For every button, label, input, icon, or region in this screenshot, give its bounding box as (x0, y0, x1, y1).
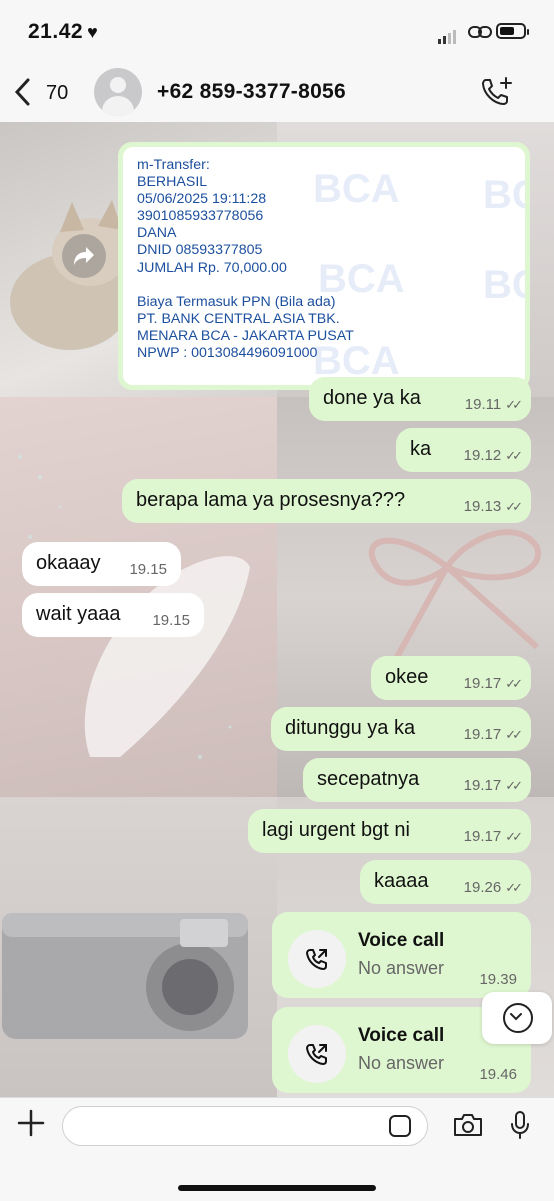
receipt-image[interactable]: BCA BCA BCA BCA BCA m-Transfer: BERHASIL… (123, 147, 525, 385)
microphone-icon (511, 1111, 529, 1139)
message-text: lagi urgent bgt ni (262, 819, 410, 841)
attach-button[interactable] (16, 1108, 46, 1144)
double-check-icon: ✓✓ (505, 499, 523, 514)
time-text: 19.26 (463, 879, 502, 896)
message-time: 19.46 (479, 1066, 517, 1083)
call-status: No answer (358, 958, 445, 978)
chat-header: 70 +62 859-3377-8056 (0, 64, 554, 123)
double-check-icon: ✓✓ (505, 397, 523, 412)
receipt-text: m-Transfer: BERHASIL 05/06/2025 19:11:28… (137, 157, 354, 362)
message-bubble-outgoing[interactable]: lagi urgent bgt ni 19.17 ✓✓ (248, 809, 531, 853)
message-time: 19.17 ✓✓ (463, 726, 523, 743)
phone-icon (288, 1025, 346, 1083)
message-time: 19.17 ✓✓ (463, 828, 523, 845)
message-time: 19.17 ✓✓ (463, 675, 523, 692)
camera-image (2, 913, 248, 1039)
message-bubble-outgoing[interactable]: done ya ka 19.11 ✓✓ (309, 377, 531, 421)
message-time: 19.15 (152, 612, 190, 629)
time-text: 19.17 (463, 828, 502, 845)
message-bubble-outgoing[interactable]: berapa lama ya prosesnya??? 19.13 ✓✓ (122, 479, 531, 523)
sticker-icon[interactable] (389, 1115, 411, 1137)
message-time: 19.26 ✓✓ (463, 879, 523, 896)
microphone-button[interactable] (510, 1110, 530, 1145)
message-bubble-incoming[interactable]: wait yaaa 19.15 (22, 593, 204, 637)
receipt-image-message[interactable]: BCA BCA BCA BCA BCA m-Transfer: BERHASIL… (118, 142, 530, 390)
status-bar: 21.42 ♥ (0, 0, 554, 64)
message-bubble-incoming[interactable]: okaaay 19.15 (22, 542, 181, 586)
message-text: kaaaa (374, 870, 429, 892)
message-time: 19.15 (129, 561, 167, 578)
chevron-left-icon (14, 78, 30, 106)
input-bar (0, 1097, 554, 1201)
contact-name[interactable]: +62 859-3377-8056 (157, 80, 346, 104)
message-bubble-outgoing[interactable]: kaaaa 19.26 ✓✓ (360, 860, 531, 904)
double-check-icon: ✓✓ (505, 829, 523, 844)
message-bubble-outgoing[interactable]: ka 19.12 ✓✓ (396, 428, 531, 472)
double-check-icon: ✓✓ (505, 727, 523, 742)
chat-area[interactable]: BCA BCA BCA BCA BCA m-Transfer: BERHASIL… (0, 122, 554, 1097)
phone-plus-icon (482, 77, 512, 105)
time-text: 19.17 (463, 675, 502, 692)
call-title: Voice call (358, 1025, 445, 1046)
message-text: berapa lama ya prosesnya??? (136, 489, 406, 511)
call-status: No answer (358, 1053, 445, 1073)
bca-watermark: BCA (483, 173, 525, 217)
bca-watermark: BCA (483, 263, 525, 307)
status-time: 21.42 ♥ (28, 20, 98, 44)
message-time: 19.13 ✓✓ (463, 498, 523, 515)
forward-icon (74, 247, 94, 265)
double-check-icon: ✓✓ (505, 880, 523, 895)
wallpaper-tile (0, 797, 277, 1097)
message-text: okaaay (36, 552, 101, 574)
scroll-to-bottom-button[interactable] (482, 992, 552, 1044)
double-check-icon: ✓✓ (505, 778, 523, 793)
voice-call-bubble[interactable]: Voice call No answer 19.39 (272, 912, 531, 998)
signal-icon (438, 26, 458, 44)
time-text: 19.17 (463, 777, 502, 794)
message-text: okee (385, 666, 429, 688)
unread-count[interactable]: 70 (46, 82, 68, 105)
camera-icon (454, 1114, 482, 1136)
message-time: 19.12 ✓✓ (463, 447, 523, 464)
add-call-button[interactable] (480, 76, 514, 113)
message-text: secepatnya (317, 768, 420, 790)
home-indicator[interactable] (178, 1185, 376, 1191)
phone-icon (288, 930, 346, 988)
time-text: 19.12 (463, 447, 502, 464)
time-text: 19.17 (463, 726, 502, 743)
message-text: ditunggu ya ka (285, 717, 416, 739)
clock-text: 21.42 (28, 20, 84, 43)
heart-icon: ♥ (87, 22, 99, 42)
camera-button[interactable] (452, 1112, 484, 1143)
message-time: 19.11 ✓✓ (445, 360, 511, 377)
double-check-icon: ✓✓ (505, 676, 523, 691)
time-text: 19.11 (464, 396, 502, 413)
battery-icon (496, 23, 529, 39)
message-text: wait yaaa (36, 603, 121, 625)
message-bubble-outgoing[interactable]: secepatnya 19.17 ✓✓ (303, 758, 531, 802)
time-text: 19.13 (463, 498, 502, 515)
message-text: done ya ka (323, 387, 421, 409)
back-button[interactable] (14, 78, 30, 112)
plus-icon (17, 1109, 45, 1137)
message-text: ka (410, 438, 432, 460)
message-time: 19.11 ✓✓ (464, 396, 523, 413)
avatar[interactable] (94, 68, 142, 116)
message-input[interactable] (62, 1106, 428, 1146)
message-bubble-outgoing[interactable]: okee 19.17 ✓✓ (371, 656, 531, 700)
message-time: 19.39 (479, 971, 517, 988)
forward-button[interactable] (62, 234, 106, 278)
link-icon (468, 24, 492, 45)
chevron-down-icon (503, 1003, 533, 1033)
message-bubble-outgoing[interactable]: ditunggu ya ka 19.17 ✓✓ (271, 707, 531, 751)
call-title: Voice call (358, 930, 445, 951)
double-check-icon: ✓✓ (505, 448, 523, 463)
message-time: 19.17 ✓✓ (463, 777, 523, 794)
